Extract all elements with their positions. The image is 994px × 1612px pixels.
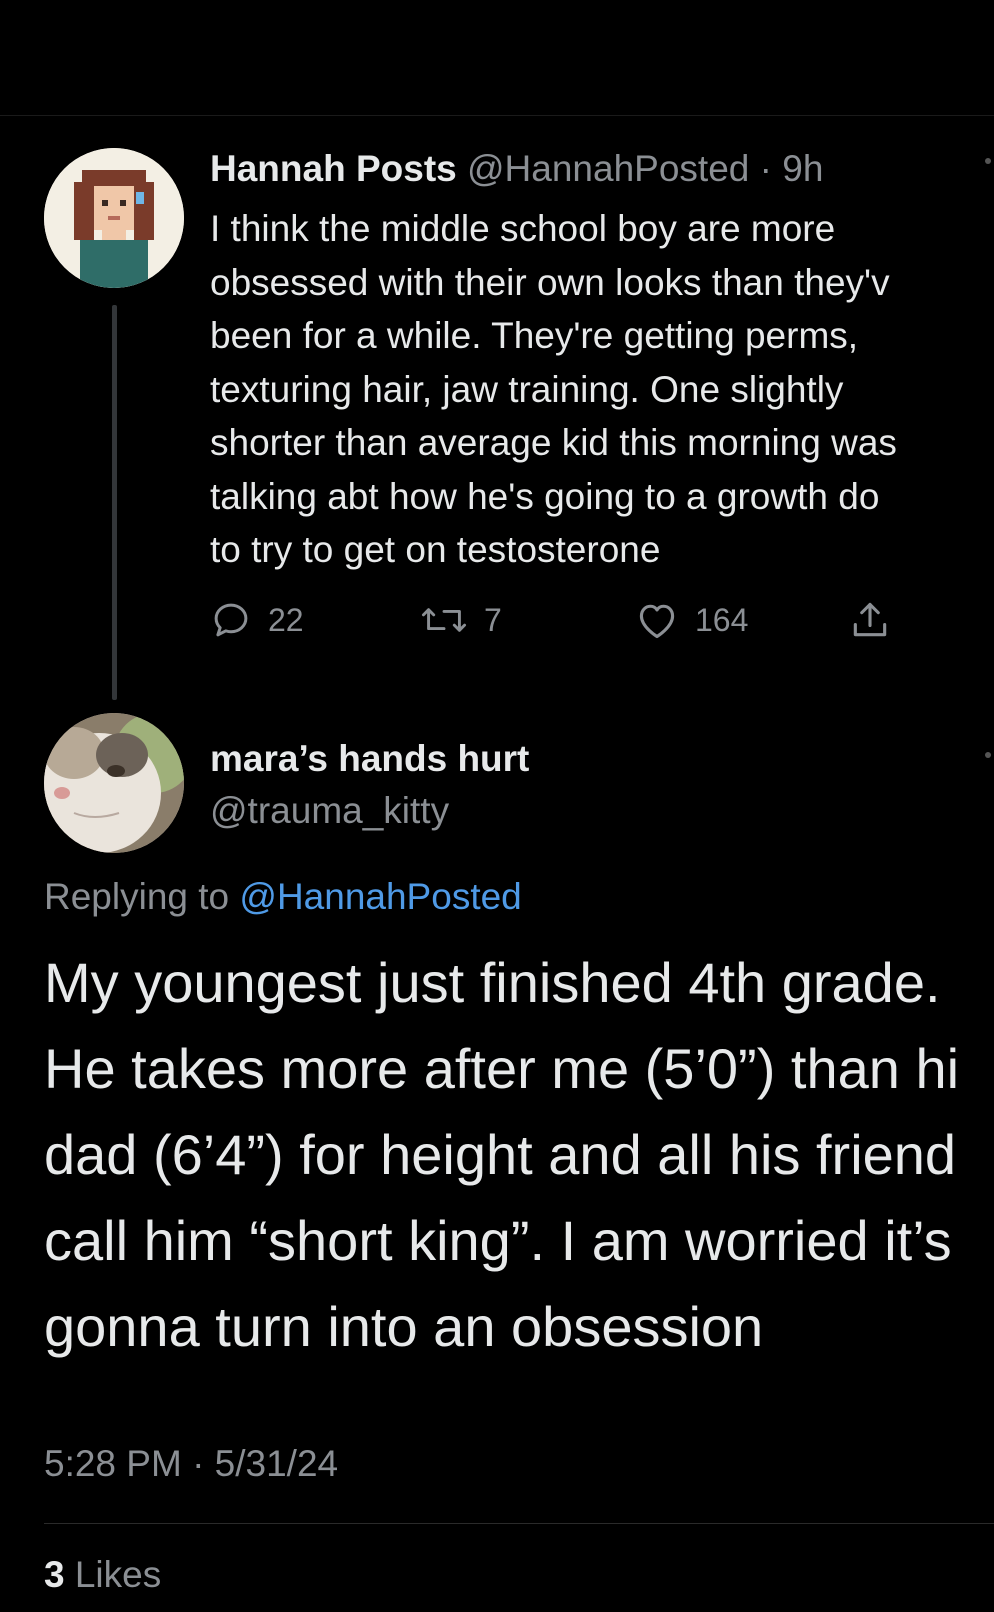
thread-connector-line (112, 305, 117, 700)
reply-icon (214, 603, 248, 637)
header-separator: · (759, 148, 772, 189)
likes-count: 3 (44, 1554, 65, 1595)
reply-text-line: dad (6’4”) for height and all his friend (44, 1123, 957, 1186)
reply-timestamp[interactable]: 5:28 PM · 5/31/24 (44, 1443, 338, 1485)
parent-tweet-actions: 22 7 164 (210, 595, 910, 645)
parent-display-name[interactable]: Hannah Posts (210, 148, 457, 189)
parent-handle[interactable]: @HannahPosted (467, 148, 749, 189)
replying-to-line: Replying to @HannahPosted (44, 876, 522, 918)
reply-text-line: call him “short king”. I am worried it’s (44, 1209, 952, 1272)
reply-button[interactable]: 22 (210, 595, 304, 645)
replying-to-mention-link[interactable]: @HannahPosted (239, 876, 521, 917)
reply-tweet-text: My youngest just finished 4th grade. He … (44, 940, 994, 1370)
like-button[interactable]: 164 (635, 595, 748, 645)
reply-text-line: He takes more after me (5’0”) than hi (44, 1037, 960, 1100)
likes-stat-link[interactable]: 3 Likes (44, 1554, 161, 1596)
heart-icon (639, 604, 675, 639)
tweet-detail-page: Hannah Posts @HannahPosted · 9h I think … (0, 0, 994, 1612)
parent-text-line: been for a while. They're getting perms, (210, 315, 859, 356)
parent-text-line: texturing hair, jaw training. One slight… (210, 368, 844, 410)
retweet-count: 7 (484, 601, 502, 638)
cross-stitch-portrait-icon (44, 148, 184, 288)
more-options-icon[interactable] (985, 158, 991, 164)
like-count: 164 (695, 601, 749, 638)
reply-more-options-icon[interactable] (985, 752, 991, 758)
cat-photo-icon (44, 713, 184, 853)
stats-divider (44, 1523, 994, 1524)
share-button[interactable] (848, 595, 892, 645)
parent-text-line: to try to get on testosterone (210, 529, 661, 570)
retweet-icon (421, 608, 467, 632)
parent-timestamp[interactable]: 9h (782, 148, 823, 189)
parent-tweet-text: I think the middle school boy are more o… (210, 202, 994, 577)
parent-text-line: I think the middle school boy are more (210, 208, 836, 249)
reply-text-line: My youngest just finished 4th grade. (44, 951, 941, 1014)
parent-text-line: talking abt how he's going to a growth d… (210, 475, 880, 517)
replying-to-prefix: Replying to (44, 876, 240, 917)
hannah-avatar[interactable] (44, 148, 184, 288)
retweet-button[interactable]: 7 (420, 595, 502, 645)
reply-display-name[interactable]: mara’s hands hurt (210, 738, 529, 780)
reply-handle[interactable]: @trauma_kitty (210, 790, 449, 832)
mara-avatar[interactable] (44, 713, 184, 853)
share-icon (853, 602, 887, 637)
parent-text-line: shorter than average kid this morning wa… (210, 422, 897, 463)
top-divider (0, 115, 994, 116)
reply-text-line: gonna turn into an obsession (44, 1295, 764, 1358)
parent-tweet-header: Hannah Posts @HannahPosted · 9h (210, 148, 823, 190)
reply-count: 22 (268, 601, 304, 638)
parent-text-line: obsessed with their own looks than they'… (210, 261, 890, 303)
likes-label: Likes (64, 1554, 162, 1595)
